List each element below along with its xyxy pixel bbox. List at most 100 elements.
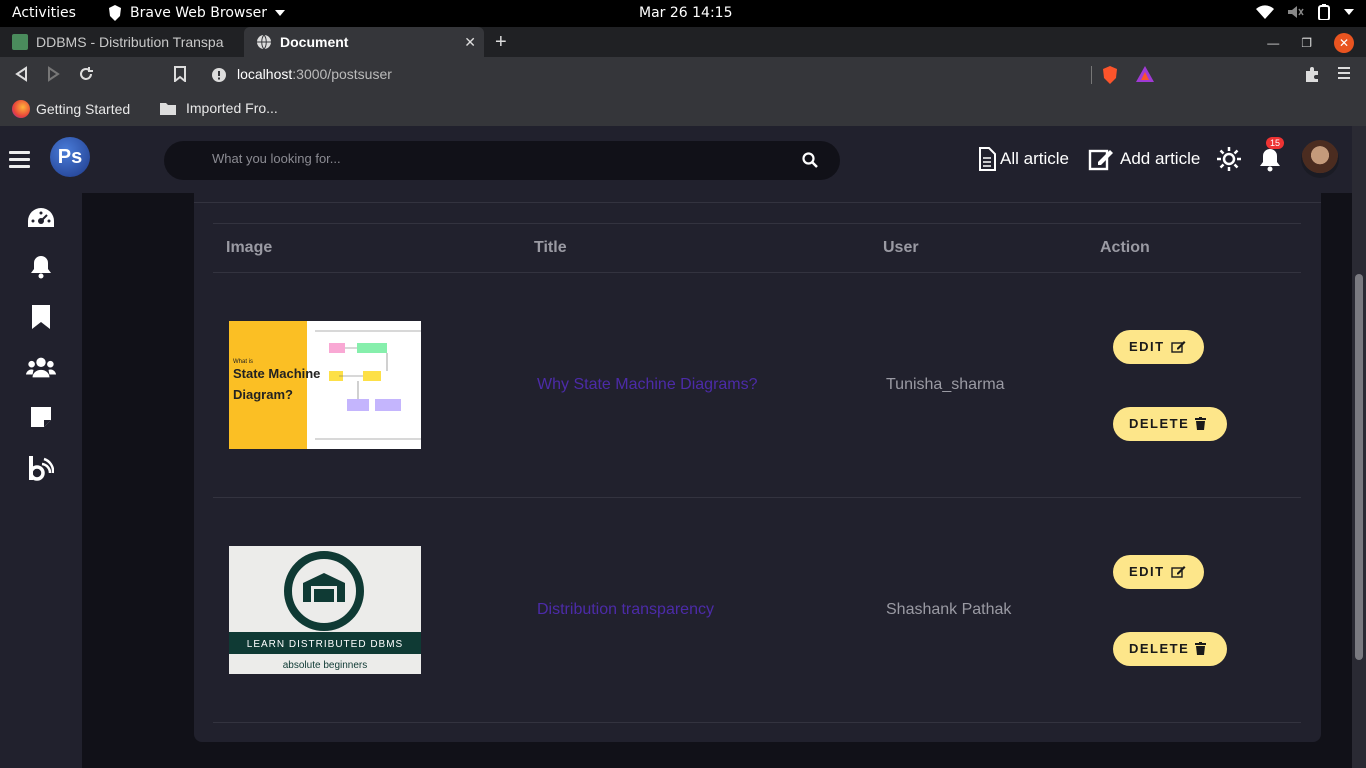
post-thumbnail[interactable]: LEARN DISTRIBUTED DBMS absolute beginner… bbox=[229, 546, 421, 674]
os-top-bar: Activities Brave Web Browser Mar 26 14:1… bbox=[0, 0, 1366, 27]
tab-strip: DDBMS - Distribution Transpa Document ✕ bbox=[0, 27, 1366, 57]
users-icon[interactable] bbox=[26, 352, 56, 382]
wifi-icon bbox=[1256, 5, 1274, 19]
minimize-icon[interactable]: — bbox=[1267, 36, 1279, 50]
all-article-link[interactable]: All article bbox=[978, 147, 1069, 171]
url-path: :3000/postsuser bbox=[292, 66, 392, 82]
document-icon bbox=[979, 147, 996, 171]
note-icon[interactable] bbox=[26, 402, 56, 432]
app-logo[interactable]: Ps bbox=[50, 137, 90, 177]
add-article-link[interactable]: Add article bbox=[1088, 147, 1200, 171]
search-input[interactable] bbox=[212, 151, 772, 166]
address-bar[interactable]: localhost:3000/postsuser bbox=[237, 66, 392, 82]
brave-rewards-icon[interactable] bbox=[1136, 66, 1154, 82]
trash-icon bbox=[1195, 642, 1207, 655]
system-tray[interactable] bbox=[1256, 4, 1354, 20]
url-host: localhost bbox=[237, 66, 293, 82]
thumbnail-text: State Machine bbox=[233, 366, 320, 381]
bookmark-imported[interactable]: Imported Fro... bbox=[160, 100, 278, 116]
notification-icon[interactable] bbox=[26, 252, 56, 282]
power-menu-icon bbox=[1344, 9, 1354, 15]
post-thumbnail[interactable]: What is State Machine Diagram? bbox=[229, 321, 421, 449]
post-title-link[interactable]: Why State Machine Diagrams? bbox=[537, 376, 758, 393]
blog-icon[interactable] bbox=[26, 453, 56, 483]
firefox-icon bbox=[12, 100, 30, 118]
post-title-link[interactable]: Distribution transparency bbox=[537, 601, 714, 618]
clock[interactable]: Mar 26 14:15 bbox=[639, 5, 732, 21]
tab-document[interactable]: Document ✕ bbox=[244, 27, 484, 57]
menu-icon[interactable] bbox=[1338, 66, 1350, 80]
bookmark-label: Imported Fro... bbox=[186, 100, 278, 116]
image-cell: LEARN DISTRIBUTED DBMS absolute beginner… bbox=[213, 497, 521, 723]
activities-button[interactable]: Activities bbox=[12, 5, 76, 21]
close-window-icon[interactable]: ✕ bbox=[1334, 33, 1354, 53]
all-article-label: All article bbox=[1000, 149, 1069, 168]
edit-label: EDIT bbox=[1129, 339, 1165, 354]
header-title: Title bbox=[521, 223, 870, 273]
user-cell: Tunisha_sharma bbox=[870, 272, 1087, 498]
header-action: Action bbox=[1087, 223, 1301, 273]
bookmarks-bar: Getting Started Imported Fro... bbox=[0, 93, 1366, 126]
edit-icon bbox=[1088, 149, 1113, 171]
table-header-row: Image Title User Action bbox=[213, 223, 1301, 273]
new-tab-button[interactable]: + bbox=[495, 32, 507, 52]
delete-button[interactable]: DELETE bbox=[1113, 631, 1227, 666]
back-icon[interactable] bbox=[14, 66, 28, 82]
volume-muted-icon bbox=[1288, 6, 1304, 18]
header-user: User bbox=[870, 223, 1087, 273]
delete-button[interactable]: DELETE bbox=[1113, 406, 1227, 441]
delete-label: DELETE bbox=[1129, 416, 1190, 431]
header-image: Image bbox=[213, 223, 521, 273]
edit-icon bbox=[1170, 341, 1186, 353]
scrollbar-thumb[interactable] bbox=[1355, 274, 1363, 660]
maximize-icon[interactable]: ❐ bbox=[1301, 36, 1312, 50]
search-icon[interactable] bbox=[802, 152, 818, 168]
chevron-down-icon bbox=[275, 10, 285, 16]
hamburger-icon[interactable] bbox=[9, 151, 30, 168]
brave-icon bbox=[109, 5, 121, 21]
avatar[interactable] bbox=[1301, 140, 1339, 178]
app-menu[interactable]: Brave Web Browser bbox=[108, 5, 285, 21]
thumbnail-text: Diagram? bbox=[233, 387, 293, 402]
posts-table: Image Title User Action What is State Ma… bbox=[213, 223, 1301, 723]
forward-icon[interactable] bbox=[47, 66, 61, 82]
action-cell: EDIT DELETE bbox=[1087, 272, 1301, 498]
site-info-icon[interactable] bbox=[212, 68, 226, 82]
edit-label: EDIT bbox=[1129, 564, 1165, 579]
bookmark-page-icon[interactable] bbox=[174, 66, 186, 82]
action-cell: EDIT DELETE bbox=[1087, 497, 1301, 723]
tab-ddbms[interactable]: DDBMS - Distribution Transpa bbox=[0, 27, 244, 57]
edit-button[interactable]: EDIT bbox=[1113, 554, 1204, 589]
title-cell: Distribution transparency bbox=[521, 497, 870, 723]
tab-label: DDBMS - Distribution Transpa bbox=[36, 34, 224, 50]
bookmark-icon[interactable] bbox=[26, 302, 56, 332]
sun-icon[interactable] bbox=[1217, 147, 1241, 171]
bookmark-getting-started[interactable]: Getting Started bbox=[12, 100, 130, 118]
edit-button[interactable]: EDIT bbox=[1113, 329, 1204, 364]
user-cell: Shashank Pathak bbox=[870, 497, 1087, 723]
brave-shields-icon[interactable] bbox=[1102, 66, 1118, 84]
browser-toolbar: localhost:3000/postsuser bbox=[0, 57, 1366, 93]
site-favicon-icon bbox=[12, 34, 28, 50]
thumbnail-text: LEARN DISTRIBUTED DBMS bbox=[247, 639, 403, 650]
bell-icon[interactable] bbox=[1259, 148, 1281, 172]
image-cell: What is State Machine Diagram? bbox=[213, 272, 521, 498]
bookmark-label: Getting Started bbox=[36, 101, 131, 117]
reload-icon[interactable] bbox=[78, 66, 94, 82]
search-bar bbox=[164, 141, 840, 180]
window-controls: — ❐ ✕ bbox=[1267, 33, 1354, 53]
add-article-label: Add article bbox=[1120, 149, 1201, 168]
divider bbox=[194, 202, 1321, 203]
app-menu-label: Brave Web Browser bbox=[130, 5, 267, 21]
thumbnail-text: What is bbox=[233, 359, 253, 365]
delete-label: DELETE bbox=[1129, 641, 1190, 656]
page-scrollbar[interactable] bbox=[1352, 126, 1366, 768]
globe-icon bbox=[257, 34, 271, 50]
folder-icon bbox=[160, 102, 176, 115]
tab-label: Document bbox=[280, 34, 349, 50]
toolbar-divider bbox=[1091, 66, 1092, 84]
close-tab-icon[interactable]: ✕ bbox=[464, 34, 476, 51]
extensions-icon[interactable] bbox=[1304, 66, 1320, 82]
thumbnail-text: absolute beginners bbox=[283, 660, 368, 671]
dashboard-icon[interactable] bbox=[26, 203, 56, 233]
